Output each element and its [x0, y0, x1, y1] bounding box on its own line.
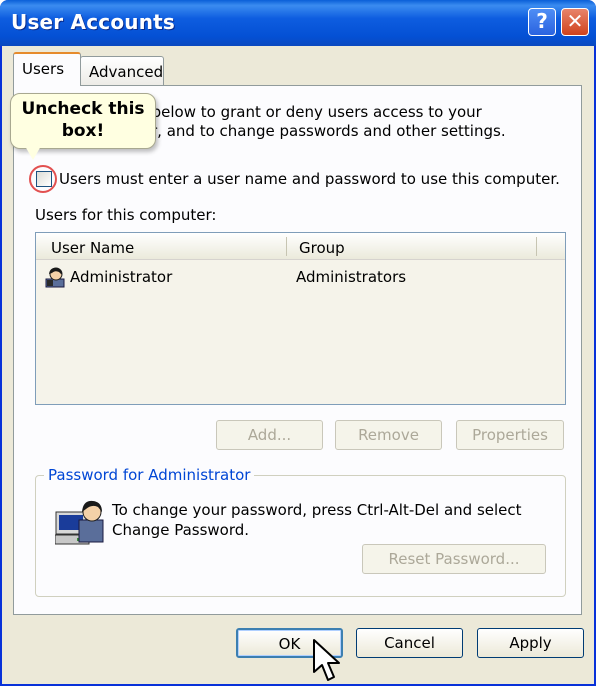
- tab-advanced[interactable]: Advanced: [80, 56, 164, 86]
- callout-line2: box!: [61, 121, 105, 141]
- help-button[interactable]: ?: [528, 8, 556, 36]
- callout-line1: Uncheck this: [21, 99, 145, 119]
- users-list[interactable]: User Name Group Administrator Administra…: [35, 232, 566, 405]
- properties-button[interactable]: Properties: [456, 420, 564, 450]
- remove-button[interactable]: Remove: [335, 420, 442, 450]
- intro-text-line2: r, and to change passwords and other set…: [151, 122, 506, 140]
- group-cell: Administrators: [296, 268, 407, 286]
- users-section-label: Users for this computer:: [35, 206, 217, 224]
- add-button[interactable]: Add...: [216, 420, 323, 450]
- column-user-name[interactable]: User Name: [51, 239, 134, 257]
- cancel-button[interactable]: Cancel: [356, 628, 463, 658]
- column-divider[interactable]: [286, 237, 287, 256]
- column-group[interactable]: Group: [299, 239, 345, 257]
- column-divider[interactable]: [536, 237, 537, 256]
- window-title: User Accounts: [11, 10, 176, 34]
- callout-pointer: [25, 146, 41, 160]
- user-name-cell: Administrator: [70, 268, 173, 286]
- user-icon: [45, 267, 65, 288]
- intro-text-line1: ist below to grant or deny users access …: [129, 103, 482, 121]
- require-login-label[interactable]: Users must enter a user name and passwor…: [59, 170, 560, 188]
- callout-tooltip: Uncheck this box!: [10, 93, 156, 149]
- mouse-cursor-icon: [313, 639, 340, 681]
- title-bar[interactable]: User Accounts ? ✕: [0, 0, 596, 46]
- table-row[interactable]: Administrator Administrators: [42, 266, 562, 288]
- tab-users[interactable]: Users: [13, 52, 81, 86]
- password-instructions: To change your password, press Ctrl-Alt-…: [112, 500, 532, 540]
- password-groupbox-title: Password for Administrator: [44, 466, 255, 484]
- close-button[interactable]: ✕: [561, 8, 589, 36]
- list-header: User Name Group: [36, 233, 565, 260]
- computer-user-icon: [55, 500, 104, 545]
- require-login-checkbox[interactable]: [36, 171, 52, 187]
- password-instructions-line1: To change your password, press Ctrl-Alt-…: [112, 501, 522, 519]
- apply-button[interactable]: Apply: [477, 628, 584, 658]
- reset-password-button[interactable]: Reset Password...: [362, 544, 546, 574]
- password-instructions-line2: Change Password.: [112, 521, 250, 539]
